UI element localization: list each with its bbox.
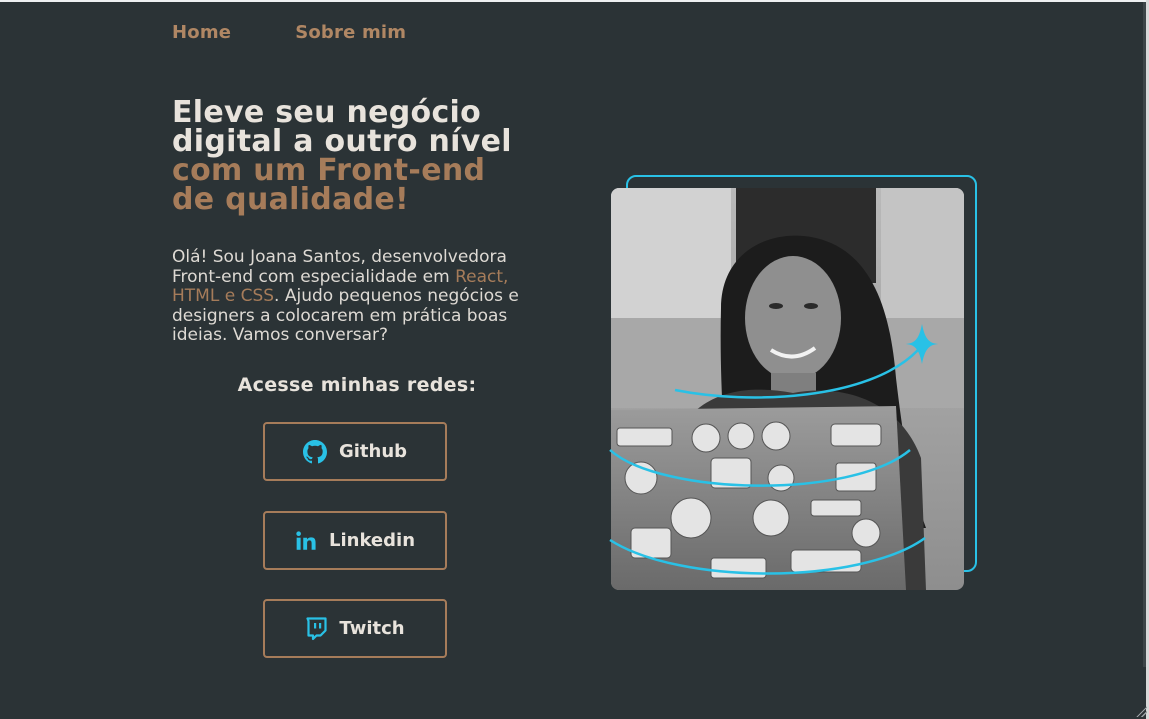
github-label: Github <box>338 441 408 462</box>
linkedin-label: Linkedin <box>328 530 416 551</box>
headline-line-4: de qualidade! <box>172 182 410 217</box>
twitch-label: Twitch <box>339 618 405 639</box>
github-icon <box>302 439 327 464</box>
nav-home-link[interactable]: Home <box>172 22 231 43</box>
github-button[interactable]: Github <box>263 422 447 481</box>
socials-title: Acesse minhas redes: <box>237 374 477 396</box>
nav-about-link[interactable]: Sobre mim <box>295 22 406 43</box>
window-top-edge <box>0 0 1149 2</box>
scrollbar[interactable] <box>1143 2 1146 667</box>
hero-headline: Eleve seu negócio digital a outro nível … <box>172 95 572 217</box>
top-nav: Home Sobre mim <box>172 22 406 43</box>
linkedin-button[interactable]: Linkedin <box>263 511 447 570</box>
page: Home Sobre mim Eleve seu negócio digital… <box>0 0 1149 719</box>
headline-line-2: digital a outro nível <box>172 124 512 159</box>
twitch-icon <box>305 616 327 641</box>
intro-paragraph: Olá! Sou Joana Santos, desenvolvedora Fr… <box>172 247 552 346</box>
profile-photo <box>611 188 964 590</box>
headline-line-1: Eleve seu negócio <box>172 95 482 130</box>
headline-line-3: com um Front-end <box>172 153 486 188</box>
linkedin-icon <box>295 530 317 552</box>
twitch-button[interactable]: Twitch <box>263 599 447 658</box>
resize-grip-icon[interactable] <box>1135 705 1147 717</box>
